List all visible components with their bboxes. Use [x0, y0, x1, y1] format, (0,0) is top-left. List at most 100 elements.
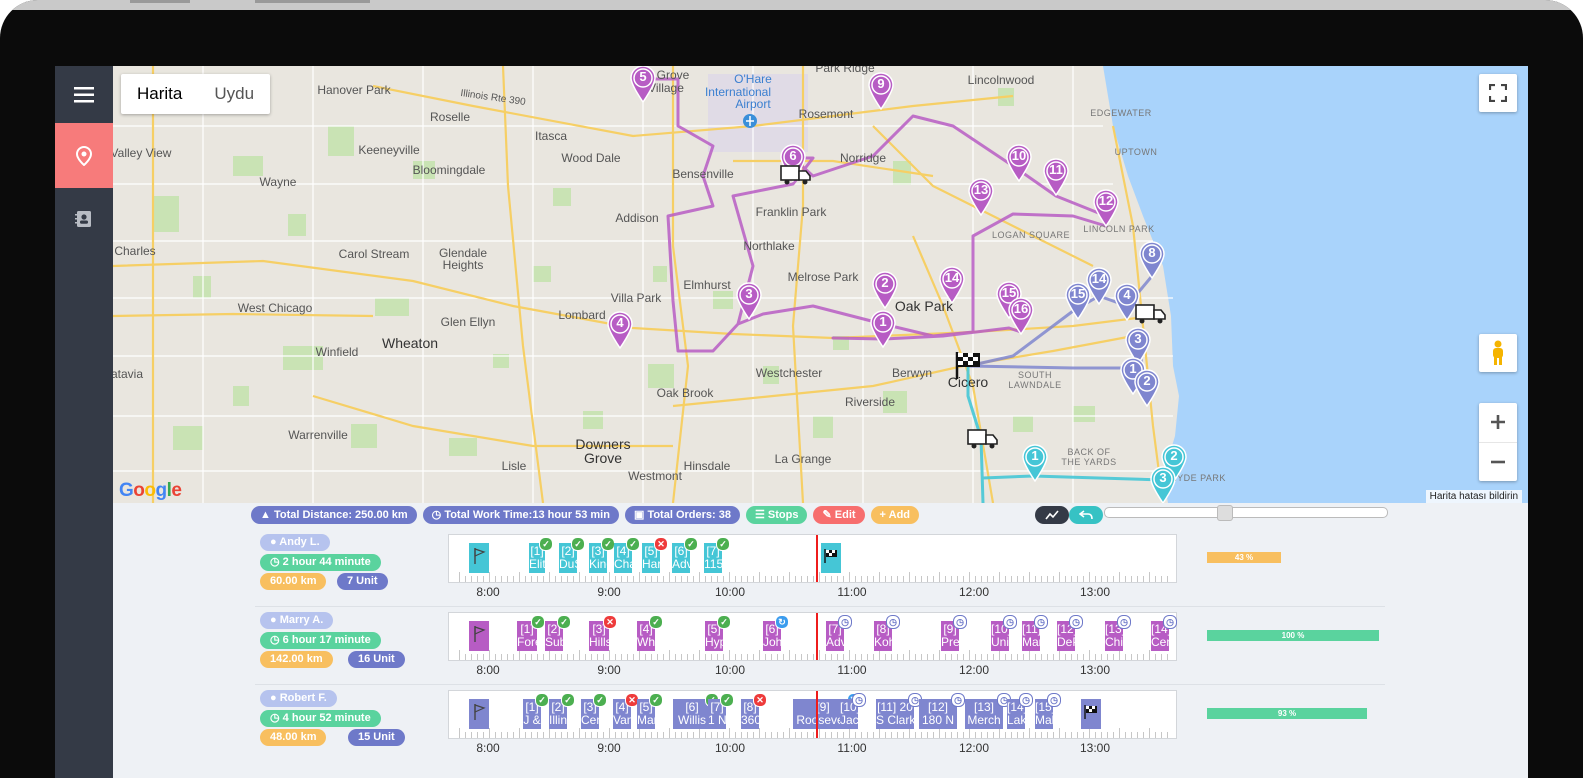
add-button[interactable]: + Add: [870, 506, 920, 524]
timeline-tick: [723, 654, 724, 660]
route-stop-marker[interactable]: 3: [1148, 464, 1178, 503]
timeline-tick: [513, 654, 514, 660]
timeline-tick: [1149, 650, 1150, 660]
map-place-label: Winfield: [315, 345, 359, 359]
driver-timeline[interactable]: [1]Elite✓[2]DuS✓[3]King✓[4]Cha✓[5]Harr✕[…: [448, 534, 1177, 583]
route-stop-marker[interactable]: 4: [605, 309, 635, 349]
route-stop-marker[interactable]: 11: [1041, 156, 1071, 196]
route-stop-marker[interactable]: 3: [734, 280, 764, 320]
undo-icon: [1079, 510, 1093, 520]
timeline-tick: [903, 576, 904, 582]
timeline-tick: [1041, 654, 1042, 660]
route-stop-marker[interactable]: 12: [1091, 187, 1121, 227]
route-stop-marker[interactable]: 8: [1137, 239, 1167, 279]
timeline-hour-label: 10:00: [714, 585, 746, 599]
finish-flag[interactable]: [1081, 699, 1101, 729]
check-icon: ✓: [649, 693, 663, 707]
sidebar-item-map[interactable]: [55, 123, 113, 188]
street-view-button[interactable]: [1479, 334, 1517, 372]
timeline-tick: [891, 654, 892, 660]
route-map[interactable]: Grove Village O'Hare International Airport Pa…: [113, 66, 1528, 503]
route-stop-marker[interactable]: 5: [628, 66, 658, 103]
timeline-tick: [531, 732, 532, 738]
timeline-tick: [609, 572, 610, 582]
zoom-in-button[interactable]: [1479, 403, 1517, 443]
map-place-label: La Grange: [774, 452, 832, 466]
timeline-tick: [621, 654, 622, 660]
check-icon: ✓: [720, 693, 734, 707]
timeline-tick: [771, 732, 772, 738]
timeline-tick: [759, 650, 760, 660]
route-stop-marker[interactable]: 13: [966, 176, 996, 216]
timeline-tick: [783, 576, 784, 582]
route-stop-marker[interactable]: 10: [1004, 142, 1034, 182]
finish-flag[interactable]: [821, 543, 841, 573]
route-stop-marker[interactable]: 9: [866, 70, 896, 110]
timeline-tick: [645, 654, 646, 660]
driver-name-badge[interactable]: ● Marry A.: [260, 612, 334, 629]
route-stop-marker[interactable]: 15: [1063, 280, 1093, 320]
route-stop-marker[interactable]: 2: [870, 269, 900, 309]
timeline-tick: [855, 732, 856, 738]
driver-name-badge[interactable]: ● Andy L.: [260, 534, 330, 551]
chart-toggle-button[interactable]: [1035, 506, 1069, 524]
sidebar-item-contacts[interactable]: [55, 190, 113, 248]
route-stop-marker[interactable]: 16: [1006, 295, 1036, 335]
map-place-label: Grove: [583, 450, 623, 466]
map-place-label: Rosemont: [798, 107, 854, 121]
driver-name-badge[interactable]: ● Robert F.: [260, 690, 337, 707]
start-flag[interactable]: [469, 621, 489, 651]
map-place-label: Northlake: [743, 239, 795, 253]
timeline-zoom-slider[interactable]: [1104, 505, 1388, 521]
timeline-tick: [1119, 728, 1120, 738]
timeline-tick: [585, 654, 586, 660]
map-type-option-satellite[interactable]: Uydu: [198, 74, 270, 114]
timeline-hour-label: 12:00: [958, 585, 990, 599]
timeline-tick: [969, 572, 970, 582]
timeline-tick: [735, 654, 736, 660]
map-type-option-map[interactable]: Harita: [121, 74, 198, 114]
zoom-out-button[interactable]: [1479, 443, 1517, 482]
timeline-tick: [657, 654, 658, 660]
stop-name: Cen: [581, 713, 599, 727]
timeline-tick: [531, 576, 532, 582]
slider-handle[interactable]: [1217, 505, 1233, 521]
total-orders-badge: ▣ Total Orders: 38: [624, 506, 740, 524]
menu-button[interactable]: [55, 66, 113, 124]
timeline-tick: [639, 728, 640, 738]
edit-button[interactable]: ✎ Edit: [813, 506, 865, 524]
timeline-tick: [591, 576, 592, 582]
driver-timeline[interactable]: [1]Fore✓[2]Sub✓[3]Hills✕[4]Whi✓[5]Hyp✓[6…: [448, 612, 1177, 661]
start-flag[interactable]: [469, 543, 489, 573]
failed-icon: ✕: [654, 537, 668, 551]
timeline-tick: [495, 576, 496, 582]
map-report-link[interactable]: Harita hatası bildirin: [1425, 490, 1522, 503]
undo-button[interactable]: [1069, 506, 1103, 524]
menu-icon: [74, 87, 94, 103]
check-icon: ✓: [531, 615, 545, 629]
timeline-tick: [567, 654, 568, 660]
start-flag[interactable]: [469, 699, 489, 729]
driver-timeline[interactable]: [1]J &✓[2]Illin✓[3]Cen✓[4]Van✕[5]Mar✓[6]…: [448, 690, 1177, 739]
timeline-tick: [1131, 732, 1132, 738]
route-stop-marker[interactable]: 1: [1020, 442, 1050, 482]
timeline-tick: [531, 654, 532, 660]
clock-icon: ◷: [270, 712, 280, 724]
stop-name: Pre: [941, 635, 959, 649]
route-stop-marker[interactable]: 2: [1132, 367, 1162, 407]
timeline-tick: [1053, 576, 1054, 582]
marker-number: 6: [789, 148, 797, 163]
timeline-tick: [849, 728, 850, 738]
fullscreen-button[interactable]: [1479, 74, 1517, 112]
timeline-tick: [933, 654, 934, 660]
timeline-tick: [861, 654, 862, 660]
timeline-tick: [885, 654, 886, 660]
route-stop-marker[interactable]: 14: [937, 264, 967, 304]
stops-button[interactable]: ☰ Stops: [745, 506, 808, 524]
route-stop-marker[interactable]: 1: [868, 308, 898, 348]
timeline-tick: [699, 572, 700, 582]
flag-icon: [474, 548, 486, 564]
timeline-tick: [513, 576, 514, 582]
driver-duration-text: 6 hour 17 minute: [282, 634, 371, 646]
timeline-tick: [915, 654, 916, 660]
